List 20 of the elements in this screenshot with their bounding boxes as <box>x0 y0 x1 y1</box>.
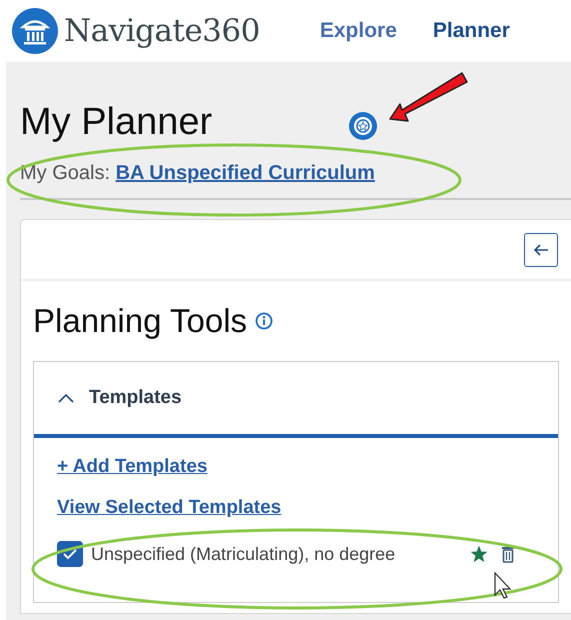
goals-link[interactable]: BA Unspecified Curriculum <box>116 162 375 184</box>
template-label: Unspecified (Matriculating), no degree <box>91 544 396 564</box>
collapse-button[interactable] <box>524 232 558 266</box>
nav-link[interactable]: Planner <box>432 19 510 43</box>
info-icon[interactable] <box>255 312 274 330</box>
star-icon[interactable] <box>471 546 487 562</box>
checkmark-icon <box>62 548 78 560</box>
caret-icon <box>58 393 74 403</box>
cursor-icon <box>494 571 512 599</box>
accordion-header[interactable]: Templates <box>34 362 558 438</box>
link[interactable]: + Add Templates <box>57 456 208 477</box>
badge-icon[interactable] <box>348 111 378 141</box>
link[interactable]: View Selected Templates <box>57 497 282 518</box>
brand-name: Navigate360 <box>64 13 260 49</box>
panel-title: Planning Tools <box>33 302 248 340</box>
logo-icon <box>12 8 58 54</box>
trash-icon[interactable] <box>501 545 515 563</box>
nav-link[interactable]: Explore <box>320 19 397 43</box>
page-title: My Planner <box>20 100 214 144</box>
left-arrow-icon <box>533 244 549 256</box>
